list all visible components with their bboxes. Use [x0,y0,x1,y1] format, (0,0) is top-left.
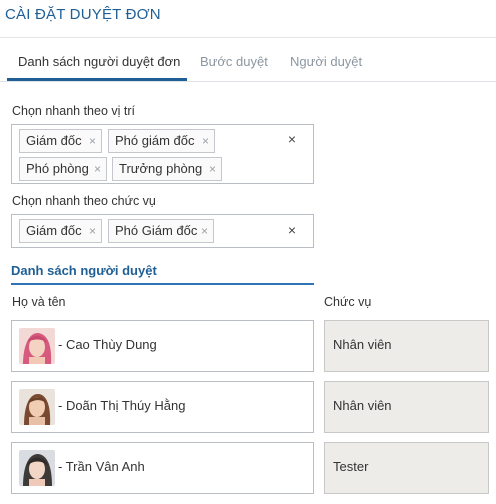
tag-item: Phó Giám đốc × [108,219,214,243]
approver-role-field: Tester [324,442,489,494]
approver-name: - Cao Thùy Dung [58,337,157,352]
tab-approval-steps[interactable]: Bước duyệt [200,54,268,69]
tab-bar: Danh sách người duyệt đơn Bước duyệt Ngư… [0,40,496,82]
section-divider [11,283,314,285]
tab-approvers[interactable]: Người duyệt [290,54,362,69]
remove-tag-icon[interactable]: × [209,158,216,180]
tag-label: Giám đốc [26,223,82,238]
approver-list-title: Danh sách người duyệt [11,263,157,278]
approver-role-field: Nhân viên [324,381,489,433]
quick-position-label: Chọn nhanh theo vị trí [12,104,135,118]
approver-name-field[interactable]: - Doãn Thị Thúy Hằng [11,381,314,433]
page-title: CÀI ĐẶT DUYỆT ĐƠN [5,6,161,23]
page-header: CÀI ĐẶT DUYỆT ĐƠN [0,0,496,38]
active-tab-indicator [7,78,187,81]
tab-approver-list[interactable]: Danh sách người duyệt đơn [18,54,180,69]
tag-item: Trưởng phòng × [112,157,222,181]
quick-role-select[interactable]: Giám đốc × Phó Giám đốc × × [11,214,314,248]
quick-position-select[interactable]: Giám đốc × Phó giám đốc × Phó phòng × Tr… [11,124,314,184]
column-header-role: Chức vụ [324,295,372,309]
approver-role: Nhân viên [333,398,392,413]
tag-label: Phó giám đốc [115,133,195,148]
tag-item: Phó giám đốc × [108,129,215,153]
approver-name-field[interactable]: - Trần Vân Anh [11,442,314,494]
quick-role-label: Chọn nhanh theo chức vụ [12,194,156,208]
remove-tag-icon[interactable]: × [202,130,209,152]
tag-label: Giám đốc [26,133,82,148]
avatar [19,328,55,364]
tag-label: Phó Giám đốc [115,223,198,238]
avatar [19,389,55,425]
clear-all-icon[interactable]: × [288,222,296,238]
approver-name: - Trần Vân Anh [58,459,145,474]
remove-tag-icon[interactable]: × [89,220,96,242]
avatar [19,450,55,486]
tag-item: Phó phòng × [19,157,107,181]
tag-label: Trưởng phòng [119,161,203,176]
approver-role: Tester [333,459,369,474]
remove-tag-icon[interactable]: × [201,220,208,242]
column-header-name: Họ và tên [12,295,66,309]
clear-all-icon[interactable]: × [288,131,296,147]
remove-tag-icon[interactable]: × [94,158,101,180]
approver-role-field: Nhân viên [324,320,489,372]
tag-item: Giám đốc × [19,219,102,243]
tag-item: Giám đốc × [19,129,102,153]
approver-role: Nhân viên [333,337,392,352]
approver-name-field[interactable]: - Cao Thùy Dung [11,320,314,372]
approver-name: - Doãn Thị Thúy Hằng [58,398,186,413]
tag-label: Phó phòng [26,161,89,176]
remove-tag-icon[interactable]: × [89,130,96,152]
